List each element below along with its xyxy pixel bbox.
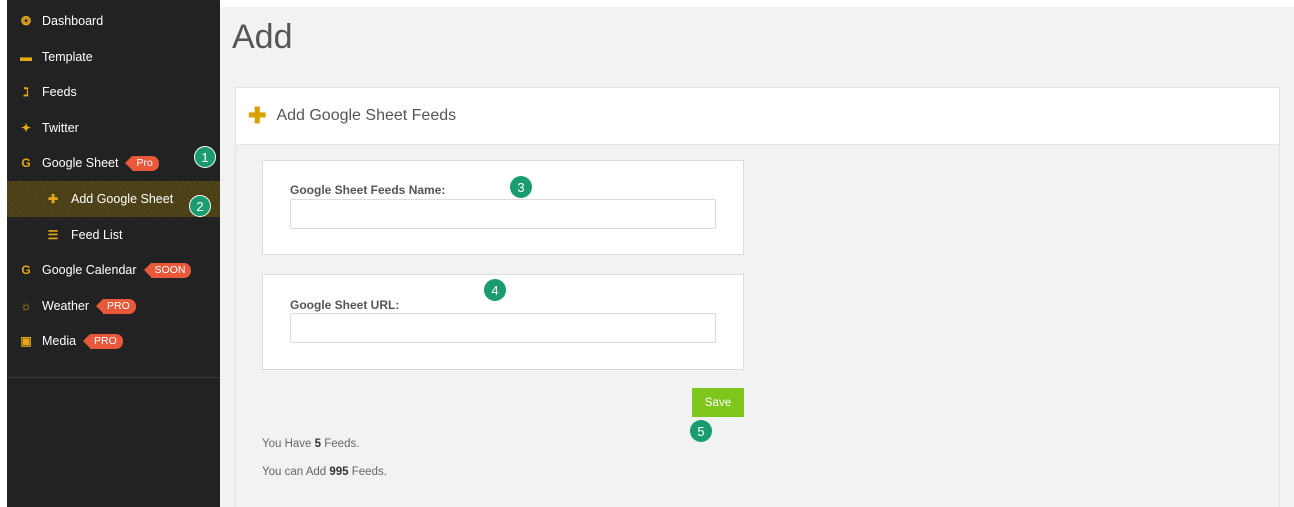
- sun-icon: ☼: [20, 299, 32, 313]
- sidebar-item-add-google-sheet[interactable]: ✚ Add Google Sheet: [7, 181, 220, 217]
- step-marker-5: 5: [690, 420, 712, 442]
- panel-header: ✚ Add Google Sheet Feeds: [236, 88, 1279, 145]
- feed-remaining-text: You can Add 995 Feeds.: [262, 466, 387, 478]
- sidebar-item-label: Twitter: [42, 121, 79, 135]
- page-title: Add: [232, 18, 293, 56]
- top-strip: [220, 0, 1294, 7]
- save-button[interactable]: Save: [692, 388, 744, 417]
- google-icon: G: [21, 263, 31, 277]
- sidebar-item-label: Dashboard: [42, 14, 104, 28]
- sheet-url-label: Google Sheet URL:: [290, 298, 400, 312]
- sidebar-divider: [7, 377, 220, 378]
- sidebar-item-label: Feed List: [71, 228, 123, 242]
- plus-icon: ✚: [248, 103, 267, 128]
- sidebar-item-template[interactable]: ▬ Template: [7, 39, 220, 75]
- left-gutter: [0, 0, 7, 507]
- sidebar-item-label: Add Google Sheet: [71, 192, 174, 206]
- sidebar-item-label: Media: [42, 334, 77, 348]
- sidebar-item-media[interactable]: ▣ Media PRO: [7, 323, 220, 359]
- google-icon: G: [21, 156, 31, 170]
- pro-badge: PRO: [96, 298, 136, 314]
- sidebar-item-weather[interactable]: ☼ Weather PRO: [7, 288, 220, 324]
- template-icon: ▬: [20, 50, 32, 64]
- twitter-icon: ✦: [20, 121, 32, 135]
- step-marker-3: 3: [510, 176, 532, 198]
- feeds-name-input[interactable]: [290, 199, 716, 229]
- panel-title: Add Google Sheet Feeds: [276, 107, 457, 124]
- sidebar-item-label: Google Sheet: [42, 156, 119, 170]
- feed-remaining-value: 995: [329, 466, 349, 478]
- step-marker-1: 1: [194, 146, 216, 168]
- feeds-name-label: Google Sheet Feeds Name:: [290, 183, 446, 197]
- soon-badge: SOON: [143, 262, 192, 278]
- list-icon: ☰: [47, 228, 59, 242]
- sidebar-item-google-sheet[interactable]: G Google Sheet Pro: [7, 145, 220, 181]
- rss-icon: ℷ: [23, 85, 29, 99]
- step-marker-4: 4: [484, 279, 506, 301]
- feeds-name-card: Google Sheet Feeds Name:: [262, 160, 744, 255]
- image-icon: ▣: [20, 334, 32, 348]
- dashboard-icon: ❂: [20, 14, 32, 28]
- step-marker-2: 2: [189, 195, 211, 217]
- sidebar-item-label: Template: [42, 50, 93, 64]
- pro-badge: PRO: [83, 333, 123, 349]
- sidebar: ❂ Dashboard ▬ Template ℷ Feeds ✦ Twitter…: [7, 0, 220, 507]
- sidebar-item-dashboard[interactable]: ❂ Dashboard: [7, 3, 220, 39]
- sidebar-item-twitter[interactable]: ✦ Twitter: [7, 110, 220, 146]
- sidebar-item-google-calendar[interactable]: G Google Calendar SOON: [7, 252, 220, 288]
- sidebar-item-label: Feeds: [42, 85, 77, 99]
- pro-badge: Pro: [125, 155, 159, 171]
- sidebar-item-label: Google Calendar: [42, 263, 137, 277]
- feed-count-text: You Have 5 Feeds.: [262, 438, 360, 450]
- sidebar-item-feed-list[interactable]: ☰ Feed List: [7, 217, 220, 253]
- plus-icon: ✚: [47, 192, 59, 206]
- sidebar-item-feeds[interactable]: ℷ Feeds: [7, 74, 220, 110]
- sidebar-item-label: Weather: [42, 299, 90, 313]
- sheet-url-input[interactable]: [290, 313, 716, 343]
